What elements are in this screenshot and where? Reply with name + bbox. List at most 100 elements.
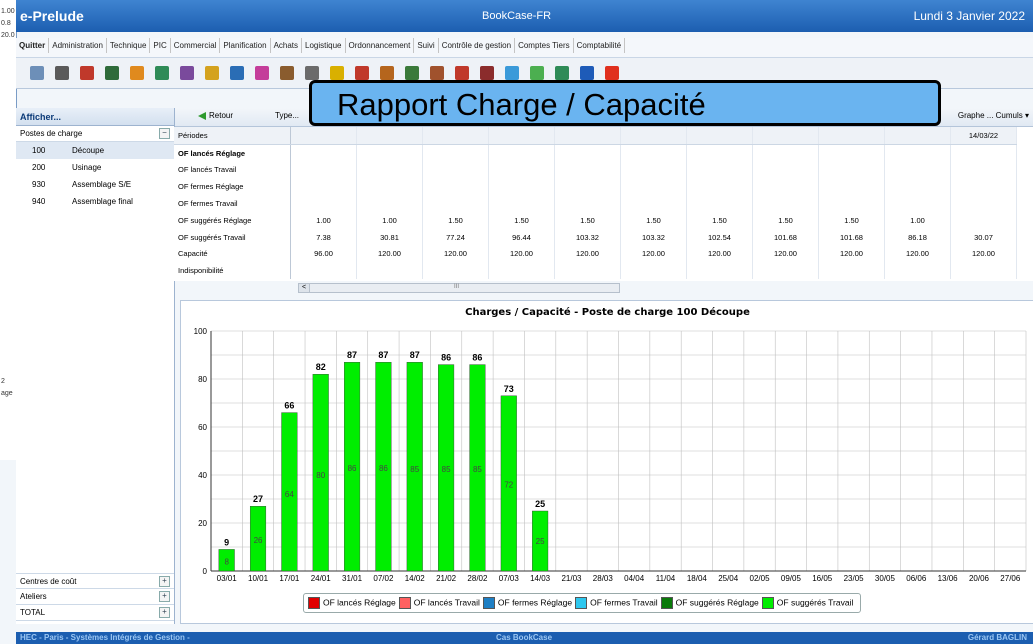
database-name: BookCase-FR [482, 10, 552, 22]
table-cell [818, 195, 885, 212]
table-row[interactable]: OF lancés Travail [174, 161, 1017, 179]
tool-tree-icon[interactable] [155, 66, 169, 80]
tool-book-icon[interactable] [105, 66, 119, 80]
period-header-cell [290, 127, 357, 145]
table-row[interactable]: Indisponibilité [174, 262, 1017, 280]
sidebar-item-930[interactable]: 930 Assemblage S/E [16, 176, 174, 193]
tool-table-icon[interactable] [230, 66, 244, 80]
menu-controle-de-gestion[interactable]: Contrôle de gestion [439, 38, 516, 53]
x-tick-label: 10/01 [248, 574, 269, 583]
legend-label: OF fermes Réglage [497, 597, 573, 608]
item-code: 930 [32, 180, 46, 189]
menu-commercial[interactable]: Commercial [171, 38, 221, 53]
legend-label: OF fermes Travail [590, 597, 658, 608]
legend-item: OF suggérés Travail [761, 597, 853, 609]
report-title: Rapport Charge / Capacité [337, 87, 706, 122]
menu-comptes-tiers[interactable]: Comptes Tiers [515, 38, 574, 53]
sidebar-section-total[interactable]: TOTAL + [16, 605, 174, 621]
scroll-thumb[interactable]: III [454, 284, 459, 290]
horizontal-scrollbar[interactable]: < III [298, 283, 620, 293]
legend-swatch [575, 597, 588, 609]
graph-mode-dropdown[interactable]: Graphe ... Cumuls ▾ [958, 111, 1029, 120]
back-button[interactable]: Retour [198, 111, 233, 120]
table-cell: 1.00 [884, 211, 951, 229]
tool-disc-icon[interactable] [380, 66, 394, 80]
up-arrow-icon[interactable] [605, 66, 619, 80]
bar-inner-label: 26 [254, 536, 263, 545]
table-cell [290, 178, 357, 196]
save-icon[interactable] [30, 66, 44, 80]
background-value: 1.00 [1, 8, 15, 15]
menu-suivi[interactable]: Suivi [414, 38, 439, 53]
sidebar-header[interactable]: Afficher... [16, 108, 174, 126]
table-cell: 120.00 [884, 245, 951, 263]
table-cell: 120.00 [818, 245, 885, 263]
tool-music-icon[interactable] [455, 66, 469, 80]
tool-person-icon[interactable] [355, 66, 369, 80]
menu-planification[interactable]: Planification [220, 38, 271, 53]
tool-people-icon[interactable] [530, 66, 544, 80]
menu-ordonnancement[interactable]: Ordonnancement [346, 38, 415, 53]
background-value: 2 [1, 378, 5, 385]
tool-export-icon[interactable] [555, 66, 569, 80]
menu-administration[interactable]: Administration [49, 38, 107, 53]
bar-chart-icon[interactable] [255, 66, 269, 80]
sidebar-section-ateliers[interactable]: Ateliers + [16, 589, 174, 605]
menu-achats[interactable]: Achats [271, 38, 303, 53]
table-row[interactable]: OF suggérés Travail 7.38 30.81 77.24 96.44 10… [174, 228, 1017, 246]
tool-dot-icon[interactable] [480, 66, 494, 80]
y-tick-label: 60 [198, 423, 207, 432]
table-cell: 30.07 [950, 228, 1017, 246]
table-row[interactable]: Capacité 96.00 120.00 120.00 120.00 120.00 120… [174, 245, 1017, 263]
x-tick-label: 06/06 [906, 574, 927, 583]
type-selector[interactable]: Type... [275, 111, 299, 120]
table-cell [356, 161, 423, 179]
x-tick-label: 13/06 [938, 574, 959, 583]
table-cell [488, 195, 555, 212]
sidebar-item-940[interactable]: 940 Assemblage final [16, 193, 174, 210]
sidebar-section-centres[interactable]: Centres de coût + [16, 573, 174, 589]
table-cell [950, 178, 1017, 196]
tool-red-icon[interactable] [80, 66, 94, 80]
tool-report-icon[interactable] [405, 66, 419, 80]
expand-icon[interactable]: + [159, 591, 170, 602]
row-label: OF fermes Réglage [174, 178, 291, 196]
bar-total-label: 66 [284, 401, 294, 411]
tool-flower-icon[interactable] [205, 66, 219, 80]
table-row[interactable]: OF suggérés Réglage 1.00 1.00 1.50 1.50 1.50 1… [174, 211, 1017, 229]
help-icon[interactable] [580, 66, 594, 80]
expand-icon[interactable]: + [159, 607, 170, 618]
expand-icon[interactable]: + [159, 576, 170, 587]
sidebar-item-100[interactable]: 100 Découpe [16, 142, 174, 159]
tool-diamond-icon[interactable] [505, 66, 519, 80]
legend-item: OF fermes Réglage [482, 597, 573, 609]
period-header-cell [884, 127, 951, 145]
tool-edit-icon[interactable] [330, 66, 344, 80]
menu-pic[interactable]: PIC [150, 38, 171, 53]
sidebar: Afficher... Postes de charge − 100 Découp… [16, 108, 175, 624]
tool-gear-icon[interactable] [280, 66, 294, 80]
tool-grid-icon[interactable] [180, 66, 194, 80]
table-row[interactable]: OF lancés Réglage [174, 144, 1017, 162]
legend-label: OF lancés Réglage [323, 597, 396, 608]
collapse-icon[interactable]: − [159, 128, 170, 139]
table-row[interactable]: OF fermes Travail [174, 195, 1017, 212]
table-cell [422, 262, 489, 280]
tool-orange-icon[interactable] [130, 66, 144, 80]
period-header-cell: 14/03/22 [950, 127, 1017, 145]
menu-technique[interactable]: Technique [107, 38, 151, 53]
sidebar-section-postes[interactable]: Postes de charge − [16, 126, 174, 142]
menu-logistique[interactable]: Logistique [302, 38, 346, 53]
print-icon[interactable] [55, 66, 69, 80]
menu-quitter[interactable]: Quitter [16, 38, 50, 53]
scroll-left-icon[interactable]: < [299, 284, 310, 292]
table-cell [356, 195, 423, 212]
table-cell [884, 195, 951, 212]
menu-comptabilite[interactable]: Comptabilité [574, 38, 626, 53]
period-header-cell [818, 127, 885, 145]
tool-wheel-icon[interactable] [305, 66, 319, 80]
table-cell: 96.44 [488, 228, 555, 246]
sidebar-item-200[interactable]: 200 Usinage [16, 159, 174, 176]
table-row[interactable]: OF fermes Réglage [174, 178, 1017, 196]
tool-coin-icon[interactable] [430, 66, 444, 80]
